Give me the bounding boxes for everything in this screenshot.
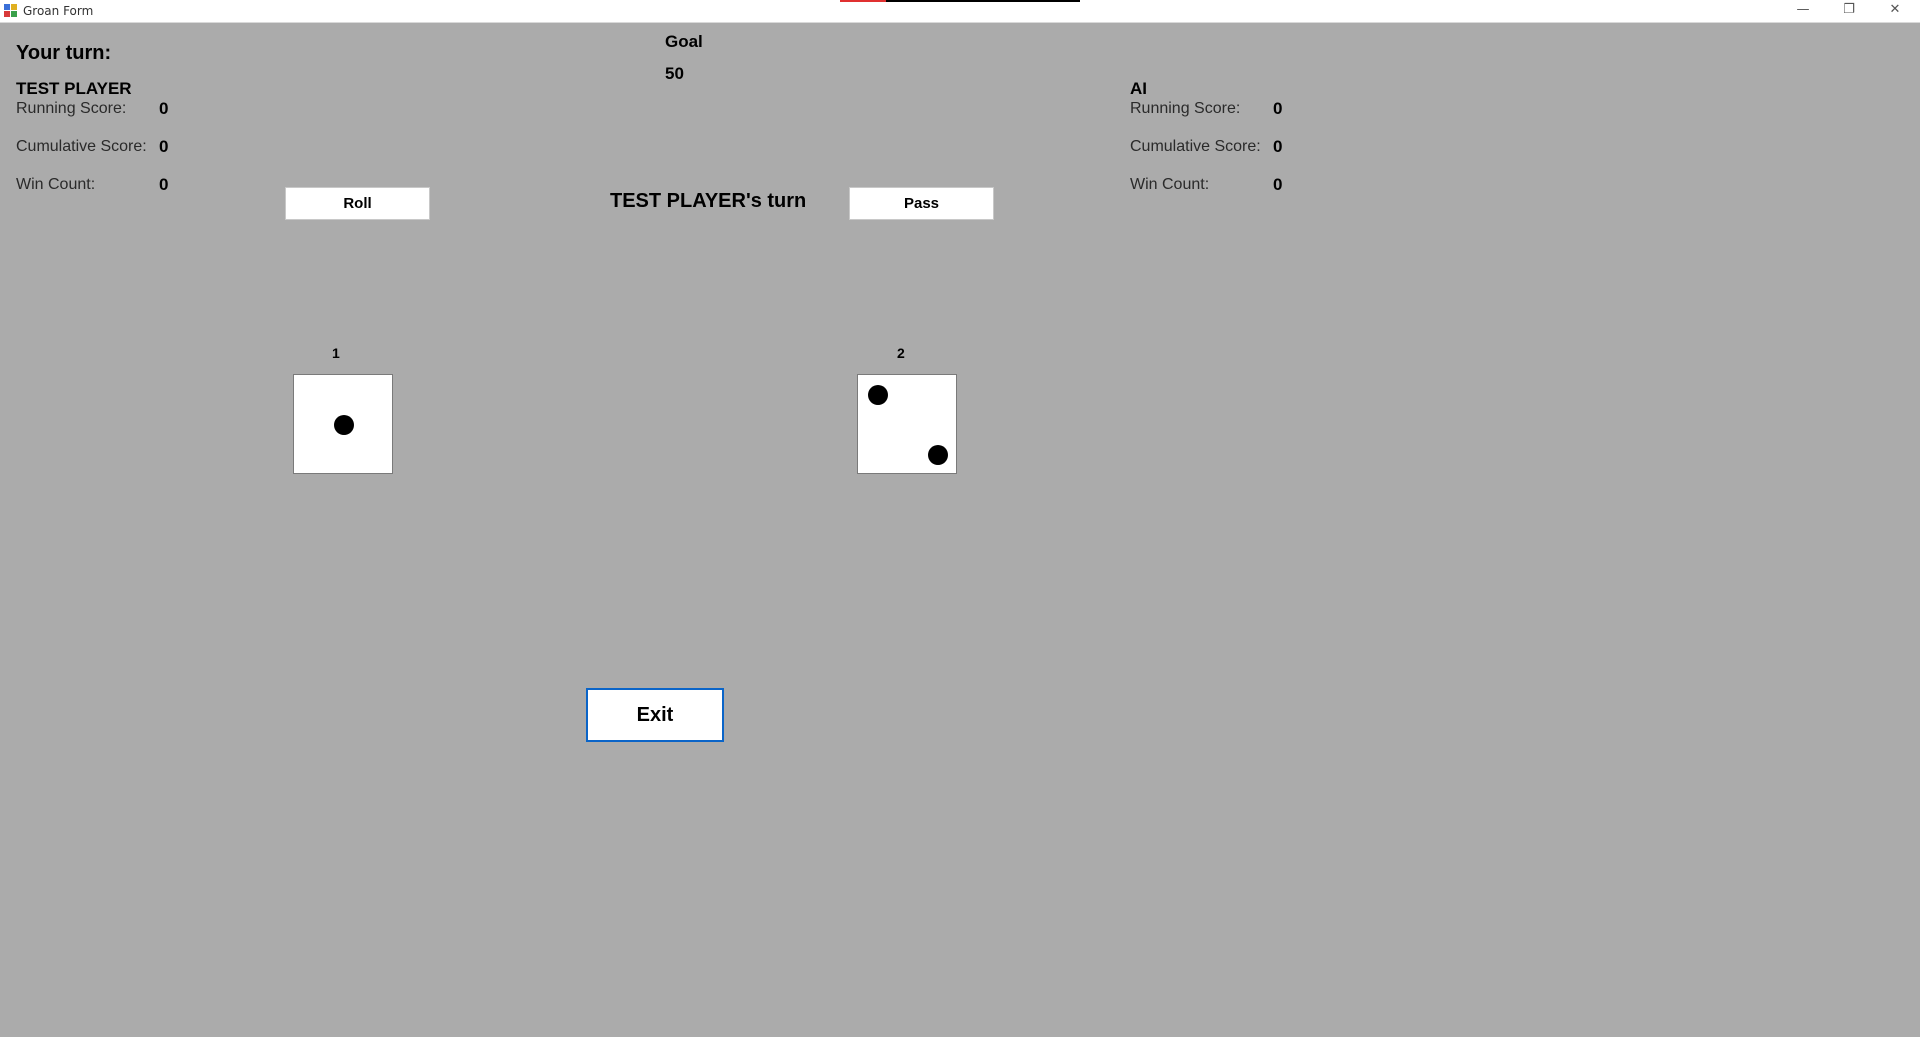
die-1-label: 1 [332,345,340,361]
player-name: TEST PLAYER [16,79,132,98]
groan-form-window: Groan Form — ❐ ✕ Your turn: Goal 50 TEST… [0,0,1920,1037]
player-win-label: Win Count: [16,176,96,193]
ai-cumulative-value: 0 [1273,137,1283,156]
ai-cumulative-label: Cumulative Score: [1130,138,1261,155]
ai-win-label: Win Count: [1130,176,1210,193]
app-icon [4,4,17,17]
window-title: Groan Form [23,4,94,18]
title-progress-bar [840,0,1080,2]
turn-prompt: Your turn: [16,42,112,64]
restore-button[interactable]: ❐ [1826,0,1872,22]
close-button[interactable]: ✕ [1872,0,1918,22]
player-cumulative-value: 0 [159,137,169,156]
minimize-button[interactable]: — [1780,0,1826,22]
player-running-label: Running Score: [16,100,127,117]
player-running-value: 0 [159,99,169,118]
ai-running-value: 0 [1273,99,1283,118]
ai-win-value: 0 [1273,175,1283,194]
pass-button[interactable]: Pass [849,187,994,220]
die-1-pip [334,415,354,435]
goal-label: Goal [665,32,703,51]
player-cumulative-label: Cumulative Score: [16,138,147,155]
die-2 [857,374,957,474]
ai-running-label: Running Score: [1130,100,1241,117]
die-1 [293,374,393,474]
goal-value: 50 [665,64,684,83]
die-2-label: 2 [897,345,905,361]
ai-name: AI [1130,79,1147,98]
exit-button[interactable]: Exit [586,688,724,742]
player-win-value: 0 [159,175,169,194]
title-progress-fill [840,0,886,2]
roll-button[interactable]: Roll [285,187,430,220]
die-2-pip-bottom-right [928,445,948,465]
die-2-pip-top-left [868,385,888,405]
title-bar[interactable]: Groan Form — ❐ ✕ [0,0,1920,23]
turn-status: TEST PLAYER's turn [610,190,807,212]
